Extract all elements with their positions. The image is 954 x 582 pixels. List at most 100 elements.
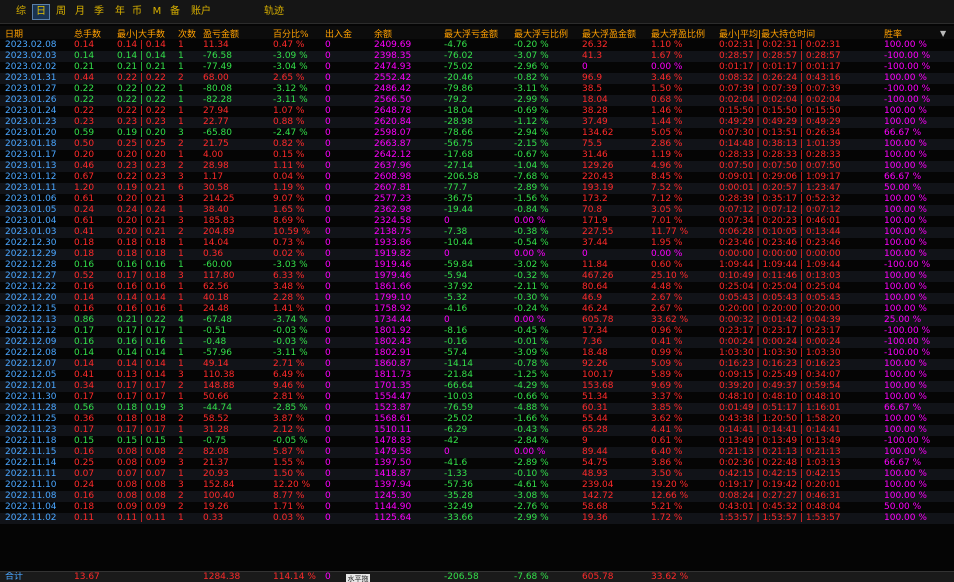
cell-hold-time: 0:14:48 | 0:38:13 | 1:01:39 [719, 139, 841, 149]
cell-min-max-lots: 0.22 | 0.22 [117, 73, 166, 83]
table-row[interactable]: 2023.01.11 1.20 0.19 | 0.21 6 30.58 1.19 % 0 26… [0, 183, 954, 194]
table-row[interactable]: 2022.11.08 0.16 0.08 | 0.08 2 100.40 8.77 % 0 1… [0, 491, 954, 502]
table-row[interactable]: 2023.02.02 0.21 0.21 | 0.21 1 -77.49 -3.04 % 0… [0, 62, 954, 73]
table-row[interactable]: 2023.01.17 0.20 0.20 | 0.20 1 4.00 0.15 % 0 264… [0, 150, 954, 161]
col-header-min-max-lots[interactable]: 最小|大手数 [117, 27, 165, 40]
cell-lots: 0.46 [74, 161, 95, 171]
table-row[interactable]: 2023.01.23 0.23 0.23 | 0.23 1 22.77 0.88 % 0 26… [0, 117, 954, 128]
cell-deposit: 0 [325, 447, 331, 457]
cell-hold-time: 1:03:30 | 1:03:30 | 1:03:30 [719, 348, 841, 358]
table-row[interactable]: 2023.01.04 0.61 0.20 | 0.21 3 185.83 8.69 % 0 2… [0, 216, 954, 227]
cell-win-rate: 100.00 % [884, 271, 927, 281]
table-row[interactable]: 2022.12.27 0.52 0.17 | 0.18 3 117.80 6.33 % 0 1… [0, 271, 954, 282]
tab-1[interactable]: 日 [32, 4, 50, 20]
cell-max-float-loss-pct: -0.54 % [514, 238, 549, 248]
table-row[interactable]: 2022.11.10 0.24 0.08 | 0.08 3 152.84 12.20 % 0… [0, 480, 954, 491]
cell-max-float-loss-pct: -0.69 % [514, 106, 549, 116]
col-header-max-float-profit[interactable]: 最大浮盈金额 [582, 27, 636, 40]
table-row[interactable]: 2023.01.20 0.59 0.19 | 0.20 3 -65.80 -2.47 % 0… [0, 128, 954, 139]
table-row[interactable]: 2022.12.20 0.14 0.14 | 0.14 1 40.18 2.28 % 0 17… [0, 293, 954, 304]
cell-pnl: 214.25 [203, 194, 235, 204]
tab-3[interactable]: 月 [72, 5, 88, 19]
table-row[interactable]: 2022.12.01 0.34 0.17 | 0.17 2 148.88 9.46 % 0 1… [0, 381, 954, 392]
cell-max-float-profit-pct: 1.44 % [651, 117, 683, 127]
col-header-max-float-loss[interactable]: 最大浮亏金额 [444, 27, 498, 40]
table-row[interactable]: 2022.12.28 0.16 0.16 | 0.16 1 -60.00 -3.03 % 0… [0, 260, 954, 271]
table-row[interactable]: 2022.12.22 0.16 0.16 | 0.16 1 62.56 3.48 % 0 18… [0, 282, 954, 293]
cell-date: 2022.12.28 [5, 260, 57, 270]
tab-8[interactable]: 备 [167, 5, 183, 19]
table-row[interactable]: 2022.12.07 0.14 0.14 | 0.14 1 49.14 2.71 % 0 18… [0, 359, 954, 370]
table-row[interactable]: 2022.11.11 0.07 0.07 | 0.07 1 20.93 1.50 % 0 14… [0, 469, 954, 480]
cell-hold-time: 0:08:24 | 0:27:27 | 0:46:31 [719, 491, 841, 501]
table-row[interactable]: 2023.01.13 0.46 0.23 | 0.23 2 28.98 1.11 % 0 26… [0, 161, 954, 172]
tab-5[interactable]: 年 [112, 5, 128, 19]
col-header-max-float-loss-pct[interactable]: 最大浮亏比例 [514, 27, 568, 40]
cell-win-rate: -100.00 % [884, 348, 931, 358]
table-row[interactable]: 2022.11.25 0.36 0.18 | 0.18 2 58.52 3.87 % 0 15… [0, 414, 954, 425]
col-header-percent[interactable]: 百分比% [273, 27, 309, 40]
col-header-max-float-profit-pct[interactable]: 最大浮盈比例 [651, 27, 705, 40]
col-header-deposit[interactable]: 出入金 [325, 27, 352, 40]
tab-4[interactable]: 季 [91, 5, 107, 19]
cell-hold-time: 0:43:38 | 1:20:50 | 1:58:20 [719, 414, 841, 424]
table-row[interactable]: 2022.12.08 0.14 0.14 | 0.14 1 -57.96 -3.11 % 0… [0, 348, 954, 359]
col-header-win-rate[interactable]: 胜率 [884, 27, 902, 40]
table-row[interactable]: 2022.12.15 0.16 0.16 | 0.16 1 24.48 1.41 % 0 17… [0, 304, 954, 315]
table-row[interactable]: 2022.11.23 0.17 0.17 | 0.17 1 31.28 2.12 % 0 15… [0, 425, 954, 436]
table-row[interactable]: 2022.11.30 0.17 0.17 | 0.17 1 50.66 2.81 % 0 15… [0, 392, 954, 403]
table-row[interactable]: 2022.11.15 0.16 0.08 | 0.08 2 82.08 5.87 % 0 14… [0, 447, 954, 458]
table-row[interactable]: 2022.11.14 0.25 0.08 | 0.09 3 21.37 1.55 % 0 13… [0, 458, 954, 469]
tab-6[interactable]: 币 [129, 5, 145, 19]
cell-max-float-profit-pct: 3.86 % [651, 458, 683, 468]
table-row[interactable]: 2023.01.26 0.22 0.22 | 0.22 1 -82.28 -3.11 % 0… [0, 95, 954, 106]
cell-max-float-profit: 193.19 [582, 183, 614, 193]
tab-10[interactable]: 轨迹 [262, 5, 286, 19]
cell-lots: 0.16 [74, 491, 95, 501]
cell-percent: 1.19 % [273, 183, 305, 193]
table-row[interactable]: 2022.12.29 0.18 0.18 | 0.18 1 0.36 0.02 % 0 191… [0, 249, 954, 260]
table-row[interactable]: 2022.12.30 0.18 0.18 | 0.18 1 14.04 0.73 % 0 19… [0, 238, 954, 249]
cell-percent: 5.87 % [273, 447, 305, 457]
tab-9[interactable]: 账户 [187, 5, 215, 19]
tab-7[interactable]: M [149, 5, 165, 19]
cell-hold-time: 1:09:44 | 1:09:44 | 1:09:44 [719, 260, 841, 270]
table-row[interactable]: 2022.12.05 0.41 0.13 | 0.14 3 110.38 6.49 % 0 1… [0, 370, 954, 381]
col-header-pnl[interactable]: 盈亏金额 [203, 27, 239, 40]
table-footer: 合计 13.67 1284.38 114.14 % 0 -206.58 -7.68 % 605… [0, 571, 954, 582]
table-row[interactable]: 2023.01.27 0.22 0.22 | 0.22 1 -80.08 -3.12 % 0… [0, 84, 954, 95]
chevron-down-icon[interactable]: ▼ [940, 29, 946, 38]
table-row[interactable]: 2022.11.04 0.18 0.09 | 0.09 2 19.26 1.71 % 0 11… [0, 502, 954, 513]
col-header-count[interactable]: 次数 [178, 27, 196, 40]
table-row[interactable]: 2023.01.24 0.22 0.22 | 0.22 1 27.94 1.07 % 0 26… [0, 106, 954, 117]
cell-min-max-lots: 0.21 | 0.21 [117, 62, 166, 72]
cell-max-float-profit: 65.28 [582, 425, 608, 435]
cell-balance: 2608.98 [374, 172, 412, 182]
table-row[interactable]: 2023.01.05 0.24 0.24 | 0.24 1 38.40 1.65 % 0 23… [0, 205, 954, 216]
tab-0[interactable]: 综 [13, 5, 29, 19]
col-header-hold-time[interactable]: 最小|平均|最大持仓时间 [719, 27, 815, 40]
table-row[interactable]: 2023.01.31 0.44 0.22 | 0.22 2 68.00 2.65 % 0 25… [0, 73, 954, 84]
cell-hold-time: 0:01:49 | 0:51:17 | 1:16:01 [719, 403, 841, 413]
table-row[interactable]: 2023.01.06 0.61 0.20 | 0.21 3 214.25 9.07 % 0 2… [0, 194, 954, 205]
table-row[interactable]: 2023.01.03 0.41 0.20 | 0.21 2 204.89 10.59 % 0… [0, 227, 954, 238]
table-row[interactable]: 2022.11.18 0.15 0.15 | 0.15 1 -0.75 -0.05 % 0 1… [0, 436, 954, 447]
table-row[interactable]: 2022.11.02 0.11 0.11 | 0.11 1 0.33 0.03 % 0 112… [0, 513, 954, 524]
cell-pnl: -65.80 [203, 128, 233, 138]
col-header-date[interactable]: 日期 [5, 27, 23, 40]
table-row[interactable]: 2022.12.13 0.86 0.21 | 0.22 4 -67.48 -3.74 % 0… [0, 315, 954, 326]
tab-2[interactable]: 周 [53, 5, 69, 19]
cell-max-float-profit-pct: 3.46 % [651, 73, 683, 83]
table-row[interactable]: 2022.12.12 0.17 0.17 | 0.17 1 -0.51 -0.03 % 0 1… [0, 326, 954, 337]
col-header-lots[interactable]: 总手数 [74, 27, 101, 40]
table-row[interactable]: 2023.01.12 0.67 0.22 | 0.23 3 1.17 0.04 % 0 260… [0, 172, 954, 183]
table-row[interactable]: 2022.12.09 0.16 0.16 | 0.16 1 -0.48 -0.03 % 0 1… [0, 337, 954, 348]
table-row[interactable]: 2023.02.08 0.14 0.14 | 0.14 1 11.34 0.47 % 0 24… [0, 40, 954, 51]
cell-max-float-loss-pct: -2.11 % [514, 282, 549, 292]
cell-pnl: 0.36 [203, 249, 224, 259]
table-row[interactable]: 2023.01.18 0.50 0.25 | 0.25 2 21.75 0.82 % 0 26… [0, 139, 954, 150]
table-row[interactable]: 2022.11.28 0.56 0.18 | 0.19 3 -44.74 -2.85 % 0… [0, 403, 954, 414]
table-row[interactable]: 2023.02.03 0.14 0.14 | 0.14 1 -76.58 -3.09 % 0… [0, 51, 954, 62]
table-header: 日期 总手数 最小|大手数 次数 盈亏金额 百分比% 出入金 余额 最大浮亏金额 最大浮亏比例 最大… [0, 26, 954, 40]
col-header-balance[interactable]: 余额 [374, 27, 392, 40]
